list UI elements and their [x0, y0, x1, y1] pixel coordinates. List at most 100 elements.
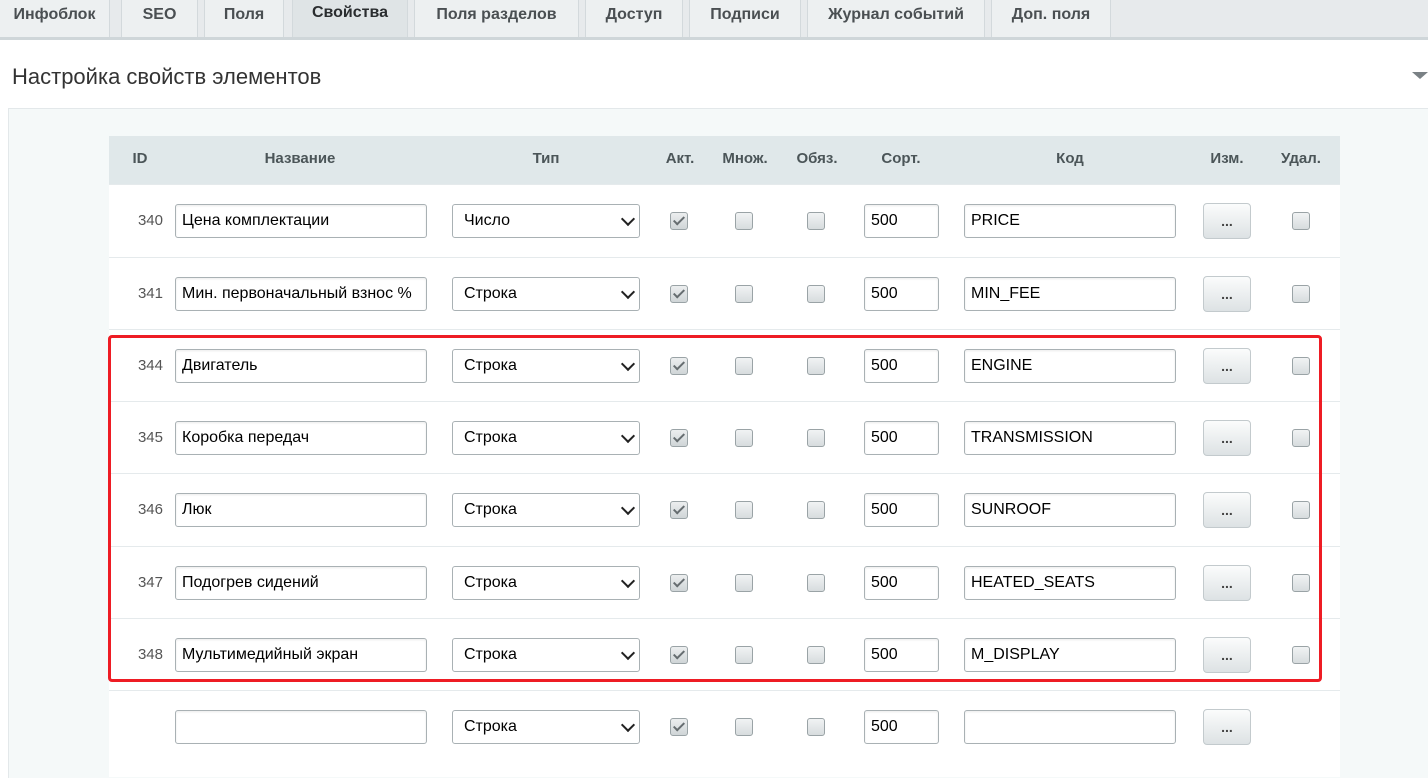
col-sort: Сорт.	[881, 150, 921, 167]
collapse-arrow-icon[interactable]	[1412, 72, 1428, 79]
edit-button[interactable]: ...	[1203, 492, 1251, 528]
sort-input[interactable]	[864, 638, 939, 672]
tab-seo[interactable]: SEO	[121, 0, 198, 37]
col-name: Название	[264, 150, 336, 167]
property-type-select[interactable]: Строка	[452, 566, 640, 600]
delete-checkbox[interactable]	[1292, 212, 1310, 230]
code-input[interactable]	[964, 277, 1176, 311]
sort-input[interactable]	[864, 277, 939, 311]
tab-access[interactable]: Доступ	[585, 0, 683, 37]
edit-button[interactable]: ...	[1203, 709, 1251, 745]
active-checkbox[interactable]	[670, 574, 688, 592]
property-id: 340	[137, 212, 163, 229]
property-name-input[interactable]	[175, 638, 427, 672]
tab-fields[interactable]: Поля	[204, 0, 284, 37]
property-type-select[interactable]: Строка	[452, 421, 640, 455]
property-name-input[interactable]	[175, 277, 427, 311]
multiple-checkbox[interactable]	[735, 501, 753, 519]
multiple-checkbox[interactable]	[735, 285, 753, 303]
sort-input[interactable]	[864, 566, 939, 600]
table-row: 341 Строка...	[109, 257, 1340, 329]
active-checkbox[interactable]	[670, 212, 688, 230]
property-type-select[interactable]: Строка	[452, 710, 640, 744]
sort-input[interactable]	[864, 493, 939, 527]
property-id: 345	[137, 429, 163, 446]
code-input[interactable]	[964, 204, 1176, 238]
tab-event-log[interactable]: Журнал событий	[807, 0, 985, 37]
property-type-select[interactable]: Строка	[452, 638, 640, 672]
multiple-checkbox[interactable]	[735, 357, 753, 375]
property-name-input[interactable]	[175, 566, 427, 600]
active-checkbox[interactable]	[670, 718, 688, 736]
multiple-checkbox[interactable]	[735, 646, 753, 664]
delete-checkbox[interactable]	[1292, 357, 1310, 375]
properties-table: ID Название Тип Акт. Множ. Обяз. Сорт. К…	[109, 136, 1340, 777]
property-type-value: Строка	[464, 501, 517, 518]
property-name-input[interactable]	[175, 421, 427, 455]
required-checkbox[interactable]	[807, 574, 825, 592]
code-input[interactable]	[964, 710, 1176, 744]
multiple-checkbox[interactable]	[735, 718, 753, 736]
delete-checkbox[interactable]	[1292, 646, 1310, 664]
delete-checkbox[interactable]	[1292, 285, 1310, 303]
chevron-down-icon	[620, 500, 636, 516]
property-name-input[interactable]	[175, 710, 427, 744]
col-id: ID	[132, 150, 148, 167]
delete-checkbox[interactable]	[1292, 429, 1310, 447]
delete-checkbox[interactable]	[1292, 501, 1310, 519]
code-input[interactable]	[964, 421, 1176, 455]
tab-infoblock[interactable]: Инфоблок	[0, 0, 110, 37]
multiple-checkbox[interactable]	[735, 429, 753, 447]
required-checkbox[interactable]	[807, 285, 825, 303]
property-type-value: Строка	[464, 574, 517, 591]
edit-button[interactable]: ...	[1203, 348, 1251, 384]
active-checkbox[interactable]	[670, 501, 688, 519]
code-input[interactable]	[964, 638, 1176, 672]
property-type-select[interactable]: Строка	[452, 277, 640, 311]
sort-input[interactable]	[864, 421, 939, 455]
code-input[interactable]	[964, 493, 1176, 527]
edit-button[interactable]: ...	[1203, 565, 1251, 601]
property-id: 344	[137, 357, 163, 374]
required-checkbox[interactable]	[807, 646, 825, 664]
code-input[interactable]	[964, 349, 1176, 383]
edit-button[interactable]: ...	[1203, 203, 1251, 239]
property-type-select[interactable]: Строка	[452, 349, 640, 383]
col-required: Обяз.	[796, 150, 838, 167]
active-checkbox[interactable]	[670, 285, 688, 303]
edit-button[interactable]: ...	[1203, 637, 1251, 673]
property-name-input[interactable]	[175, 204, 427, 238]
table-row: 346 Строка...	[109, 473, 1340, 545]
tab-extra-fields[interactable]: Доп. поля	[991, 0, 1111, 37]
property-name-input[interactable]	[175, 349, 427, 383]
chevron-down-icon	[620, 356, 636, 372]
required-checkbox[interactable]	[807, 212, 825, 230]
property-id: 348	[137, 646, 163, 663]
tab-bar: Инфоблок SEO Поля Свойства Поля разделов…	[0, 0, 1428, 40]
required-checkbox[interactable]	[807, 429, 825, 447]
chevron-down-icon	[620, 211, 636, 227]
active-checkbox[interactable]	[670, 429, 688, 447]
required-checkbox[interactable]	[807, 357, 825, 375]
required-checkbox[interactable]	[807, 501, 825, 519]
tab-captions[interactable]: Подписи	[689, 0, 801, 37]
tab-section-fields[interactable]: Поля разделов	[414, 0, 579, 37]
multiple-checkbox[interactable]	[735, 212, 753, 230]
property-type-select[interactable]: Число	[452, 204, 640, 238]
multiple-checkbox[interactable]	[735, 574, 753, 592]
chevron-down-icon	[620, 284, 636, 300]
active-checkbox[interactable]	[670, 646, 688, 664]
sort-input[interactable]	[864, 710, 939, 744]
page-title: Настройка свойств элементов	[12, 64, 322, 89]
code-input[interactable]	[964, 566, 1176, 600]
edit-button[interactable]: ...	[1203, 420, 1251, 456]
property-name-input[interactable]	[175, 493, 427, 527]
sort-input[interactable]	[864, 204, 939, 238]
property-type-select[interactable]: Строка	[452, 493, 640, 527]
active-checkbox[interactable]	[670, 357, 688, 375]
edit-button[interactable]: ...	[1203, 276, 1251, 312]
delete-checkbox[interactable]	[1292, 574, 1310, 592]
required-checkbox[interactable]	[807, 718, 825, 736]
sort-input[interactable]	[864, 349, 939, 383]
tab-properties[interactable]: Свойства	[292, 0, 408, 37]
